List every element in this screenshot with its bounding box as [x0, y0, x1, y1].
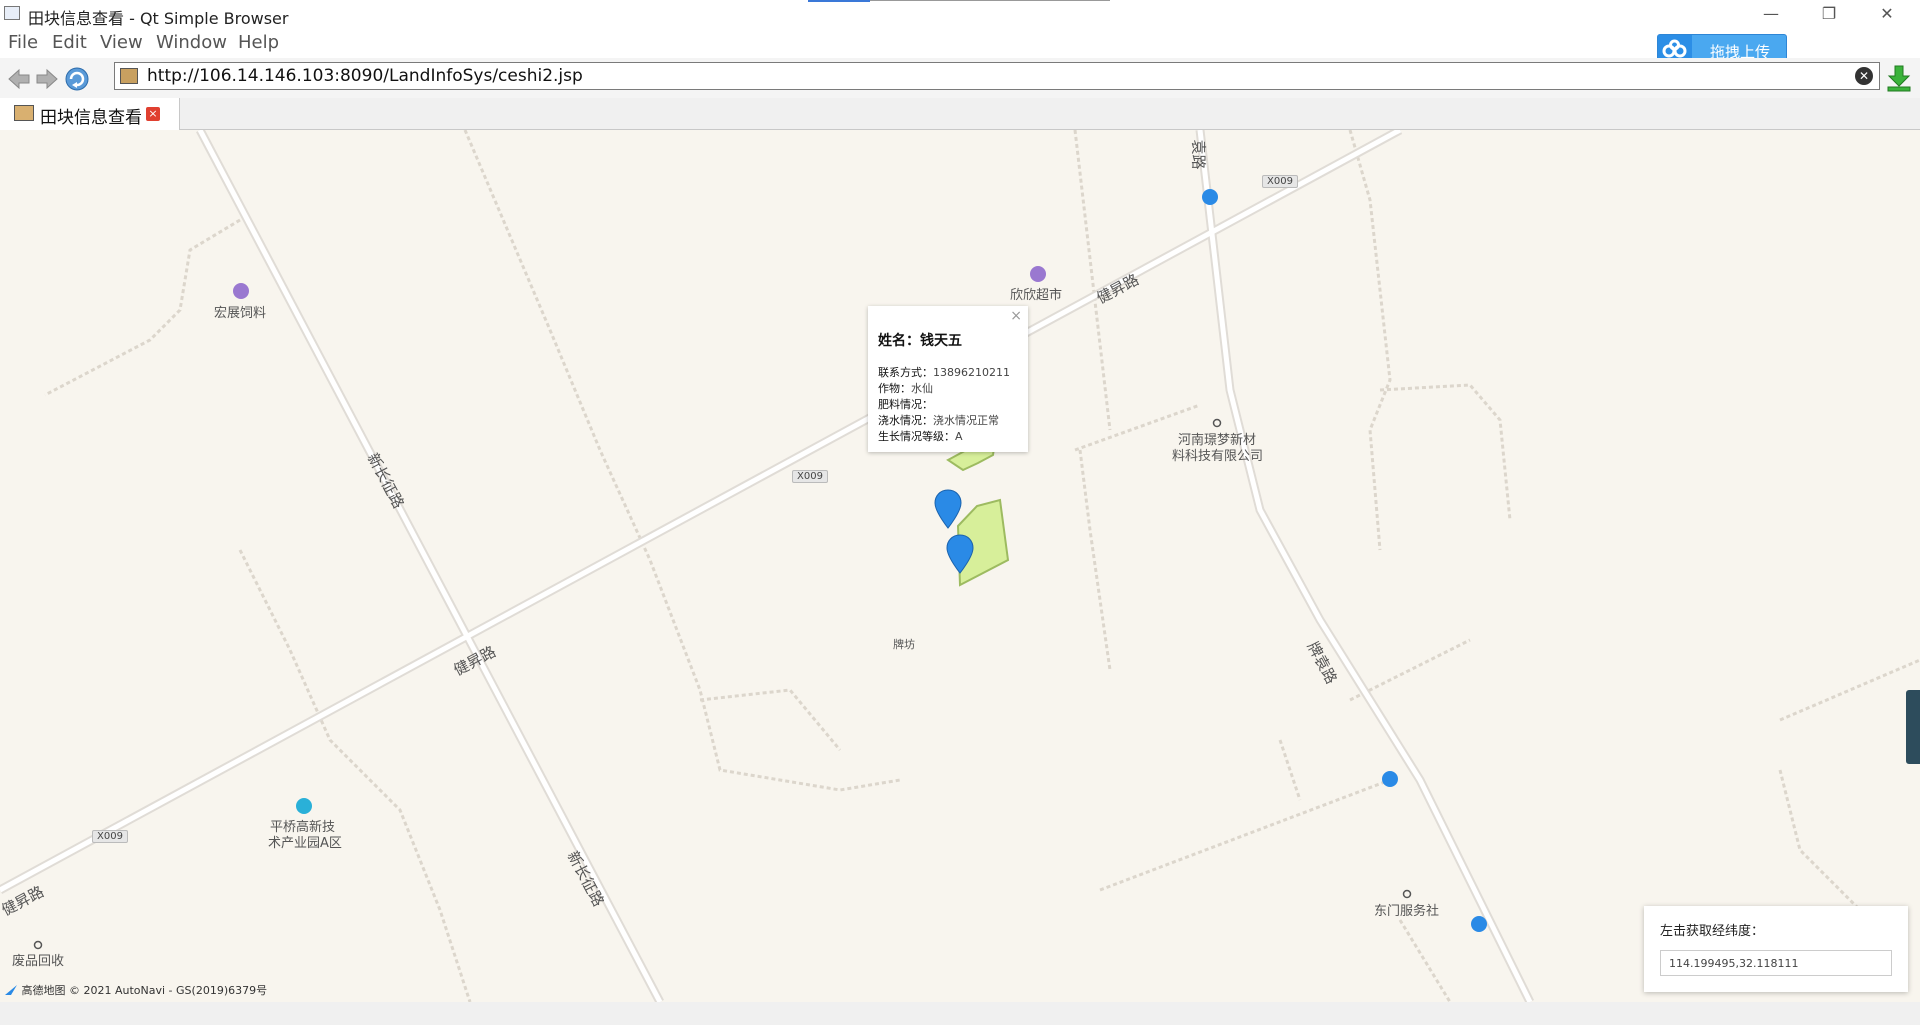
contact-value: 13896210211: [933, 366, 1010, 379]
forward-arrow-icon: [36, 68, 58, 90]
url-text[interactable]: http://106.14.146.103:8090/LandInfoSys/c…: [147, 66, 583, 86]
road-code-sign: X009: [1262, 175, 1298, 188]
title-divider: [870, 0, 1110, 1]
popup-growth-row: 生长情况等级：A: [878, 428, 963, 444]
poi-paifang: 牌坊: [893, 638, 915, 651]
tab-page-icon: [14, 105, 34, 121]
poi-henan-line2[interactable]: 料科技有限公司: [1172, 445, 1263, 464]
crop-label: 作物：: [878, 382, 911, 395]
minimize-button[interactable]: —: [1748, 0, 1794, 28]
reload-icon: [65, 67, 89, 91]
address-bar[interactable]: http://106.14.146.103:8090/LandInfoSys/c…: [114, 62, 1880, 90]
side-gauge-handle[interactable]: [1906, 690, 1920, 764]
poi-hongzhan[interactable]: 宏展饲料: [214, 302, 266, 321]
poi-feipin[interactable]: 废品回收: [12, 950, 64, 969]
fertilizer-label: 肥料情况：: [878, 398, 933, 411]
download-button[interactable]: [1886, 64, 1912, 92]
road-label-yuan: 袁路: [1189, 139, 1208, 170]
water-label: 浇水情况：: [878, 414, 933, 427]
popup-water-row: 浇水情况：浇水情况正常: [878, 412, 999, 428]
reload-button[interactable]: [64, 66, 90, 92]
poi-pingqiao-line2[interactable]: 术产业园A区: [268, 832, 342, 851]
tab-field-info[interactable]: 田块信息查看 ×: [0, 98, 180, 130]
poi-xinxin[interactable]: 欣欣超市: [1010, 284, 1062, 303]
forward-button[interactable]: [34, 66, 60, 92]
roads: [0, 130, 1535, 1002]
tab-close-icon[interactable]: ×: [146, 107, 160, 121]
menu-file[interactable]: File: [8, 32, 38, 53]
title-bar: 田块信息查看 - Qt Simple Browser — ❐ ✕: [0, 0, 1920, 28]
field-info-popup: × 姓名：钱天五 联系方式：13896210211 作物：水仙 肥料情况： 浇水…: [868, 306, 1028, 452]
clear-url-icon[interactable]: ✕: [1855, 67, 1873, 85]
copyright-text: 高德地图 © 2021 AutoNavi - GS(2019)6379号: [21, 984, 268, 997]
menu-help[interactable]: Help: [238, 32, 279, 53]
map-view[interactable]: X009 X009 X009 健昇路 健昇路 健昇路 新长征路 新长征路 牌袁路…: [0, 130, 1920, 1002]
road-code-sign: X009: [792, 470, 828, 483]
popup-crop-row: 作物：水仙: [878, 380, 933, 396]
close-window-button[interactable]: ✕: [1864, 0, 1910, 28]
status-bar: [0, 1002, 1920, 1025]
coordinate-field[interactable]: 114.199495,32.118111: [1660, 950, 1892, 976]
download-icon: [1887, 65, 1911, 92]
contact-label: 联系方式：: [878, 366, 933, 379]
menu-window[interactable]: Window: [156, 32, 227, 53]
title-accent: [808, 0, 870, 2]
growth-value: A: [955, 430, 963, 443]
popup-contact-row: 联系方式：13896210211: [878, 364, 1010, 380]
poi-dongmen[interactable]: 东门服务社: [1374, 900, 1439, 919]
popup-fertilizer-row: 肥料情况：: [878, 396, 933, 412]
popup-close-icon[interactable]: ×: [1010, 308, 1022, 324]
menu-bar: File Edit View Window Help: [0, 28, 1920, 58]
map-canvas[interactable]: [0, 130, 1920, 1002]
amap-logo-icon: [5, 985, 17, 995]
road-code-sign: X009: [92, 830, 128, 843]
tab-label: 田块信息查看: [40, 108, 142, 128]
app-icon: [4, 6, 20, 20]
map-copyright: 高德地图 © 2021 AutoNavi - GS(2019)6379号: [4, 982, 267, 998]
back-arrow-icon: [8, 68, 30, 90]
coordinate-label: 左击获取经纬度：: [1660, 924, 1765, 939]
coordinate-panel: 左击获取经纬度： 114.199495,32.118111: [1644, 906, 1908, 992]
tab-bar: 田块信息查看 ×: [0, 98, 1920, 130]
map-marker-1[interactable]: [934, 489, 962, 529]
restore-button[interactable]: ❐: [1806, 0, 1852, 28]
popup-owner-name: 姓名：钱天五: [878, 333, 962, 349]
crop-value: 水仙: [911, 382, 933, 395]
page-favicon-icon: [120, 68, 138, 84]
menu-view[interactable]: View: [100, 32, 143, 53]
road-centers: [0, 130, 1533, 1002]
water-value: 浇水情况正常: [933, 414, 999, 427]
growth-label: 生长情况等级：: [878, 430, 955, 443]
back-button[interactable]: [6, 66, 32, 92]
window-title: 田块信息查看 - Qt Simple Browser: [28, 9, 289, 28]
menu-edit[interactable]: Edit: [52, 32, 87, 53]
